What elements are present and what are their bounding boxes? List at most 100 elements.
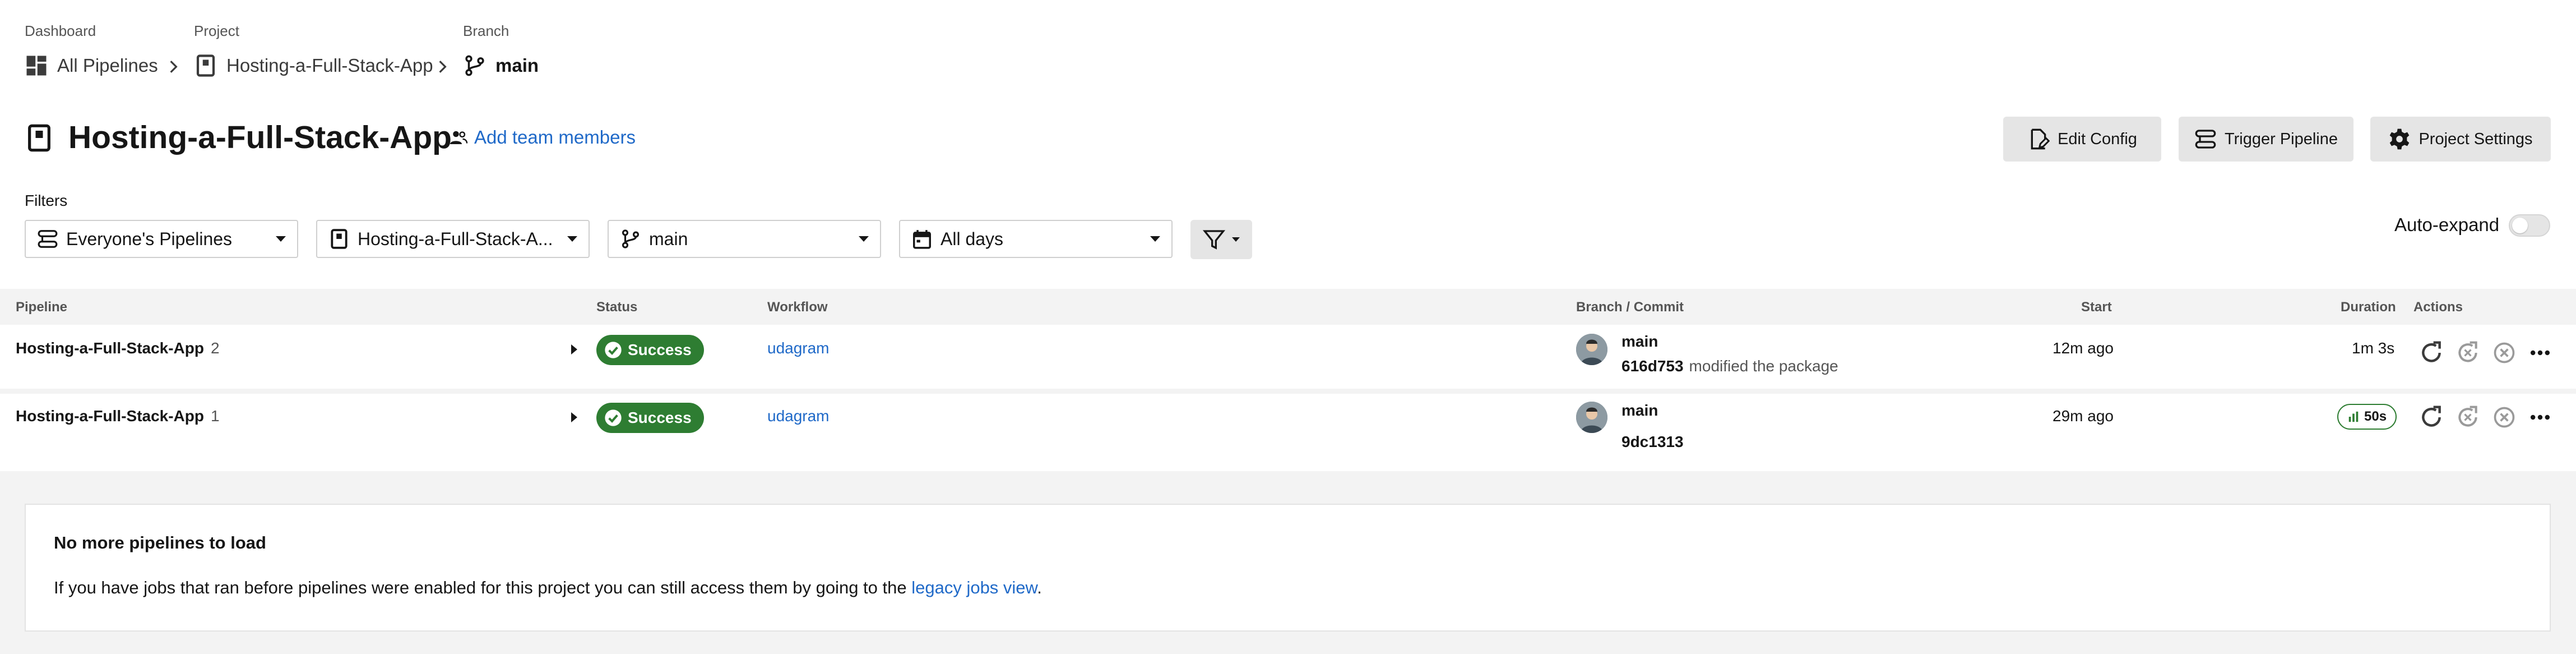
status-label: Success (628, 409, 692, 426)
pipelines-footer-area: No more pipelines to load If you have jo… (0, 471, 2576, 654)
breadcrumb-branch[interactable]: main (463, 54, 539, 77)
project-settings-button[interactable]: Project Settings (2370, 117, 2551, 162)
breadcrumb-all-pipelines[interactable]: All Pipelines (25, 54, 158, 77)
breadcrumb-project[interactable]: Hosting-a-Full-Stack-App (194, 54, 433, 77)
pipeline-number: 2 (211, 339, 220, 357)
calendar-icon (913, 230, 931, 249)
caret-down-icon (1232, 237, 1240, 242)
status-label: Success (628, 341, 692, 358)
breadcrumb-project-label: Project (194, 22, 239, 39)
project-filter-select[interactable]: Hosting-a-Full-Stack-A... (316, 220, 590, 258)
avatar (1576, 402, 1607, 433)
table-header (0, 289, 2576, 325)
workflow-link[interactable]: udagram (767, 407, 830, 425)
pipelines-filter-select[interactable]: Everyone's Pipelines (25, 220, 298, 258)
chevron-right-icon (170, 61, 178, 73)
commit-branch[interactable]: main (1621, 333, 1658, 351)
bar-chart-icon (2348, 411, 2359, 422)
cancel-icon[interactable] (2492, 405, 2517, 430)
rerun-from-failed-icon[interactable] (2455, 405, 2480, 430)
breadcrumb-dashboard-label: Dashboard (25, 22, 96, 39)
toggle-knob (2512, 218, 2528, 233)
table-row[interactable]: Hosting-a-Full-Stack-App 1 Success udagr… (0, 394, 2576, 471)
caret-down-icon (276, 236, 286, 242)
commit-sha[interactable]: 616d753 (1621, 357, 1684, 375)
breadcrumb-branch-value: main (495, 55, 539, 76)
no-more-pipelines-title: No more pipelines to load (54, 533, 266, 552)
breadcrumb-branch-label: Branch (463, 22, 509, 39)
dashboard-icon (26, 56, 47, 76)
caret-down-icon (859, 236, 869, 242)
commit-sha[interactable]: 9dc1313 (1621, 433, 1684, 451)
column-header-status: Status (596, 300, 638, 315)
caret-down-icon (567, 236, 577, 242)
pipeline-name[interactable]: Hosting-a-Full-Stack-App (16, 407, 204, 425)
people-icon (450, 131, 468, 144)
check-circle-icon (605, 409, 622, 426)
pipeline-name[interactable]: Hosting-a-Full-Stack-App (16, 339, 204, 357)
branch-filter-select[interactable]: main (608, 220, 881, 258)
auto-expand-toggle[interactable] (2509, 214, 2550, 237)
pipelines-filter-value: Everyone's Pipelines (66, 228, 233, 249)
more-options-icon[interactable] (2528, 405, 2552, 430)
breadcrumb-project-value: Hosting-a-Full-Stack-App (226, 55, 433, 76)
column-header-start: Start (2081, 300, 2112, 315)
commit-message: modified the package (1689, 357, 1838, 375)
status-badge[interactable]: Success (596, 335, 704, 365)
edit-config-label: Edit Config (2058, 130, 2137, 148)
branch-filter-value: main (649, 228, 688, 249)
check-circle-icon (605, 342, 622, 358)
legacy-jobs-text-before: If you have jobs that ran before pipelin… (54, 578, 912, 597)
commit-info: 9dc1313 (1621, 433, 1689, 451)
commit-branch[interactable]: main (1621, 402, 1658, 420)
rerun-icon[interactable] (2419, 340, 2444, 365)
start-time: 29m ago (2053, 407, 2114, 425)
pipeline-icon (2195, 130, 2216, 149)
advanced-filter-button[interactable] (1190, 220, 1252, 259)
pipeline-name-cell: Hosting-a-Full-Stack-App 2 (16, 339, 220, 357)
project-settings-label: Project Settings (2419, 130, 2533, 148)
rerun-from-failed-icon[interactable] (2455, 340, 2480, 365)
cancel-icon[interactable] (2492, 340, 2517, 365)
duration-badge[interactable]: 50s (2337, 404, 2397, 430)
column-header-pipeline: Pipeline (16, 300, 68, 315)
pipeline-name-cell: Hosting-a-Full-Stack-App 1 (16, 407, 220, 425)
funnel-icon (1203, 230, 1225, 250)
commit-info: 616d753 modified the package (1621, 357, 1838, 375)
workflow-link[interactable]: udagram (767, 339, 830, 357)
trigger-pipeline-label: Trigger Pipeline (2224, 130, 2338, 148)
legacy-jobs-text: If you have jobs that ran before pipelin… (54, 578, 1042, 598)
expand-triangle-icon[interactable] (571, 344, 577, 354)
auto-expand-label: Auto-expand (2394, 214, 2500, 235)
project-icon (28, 124, 50, 152)
days-filter-value: All days (940, 228, 1004, 249)
expand-triangle-icon[interactable] (571, 412, 577, 422)
filters-label: Filters (25, 192, 68, 209)
duration: 1m 3s (2352, 339, 2395, 357)
project-filter-value: Hosting-a-Full-Stack-A... (358, 228, 553, 249)
legacy-jobs-link[interactable]: legacy jobs view (911, 578, 1037, 597)
row-separator (0, 389, 2576, 394)
page-title: Hosting-a-Full-Stack-App (68, 119, 452, 155)
trigger-pipeline-button[interactable]: Trigger Pipeline (2179, 117, 2353, 162)
table-row[interactable]: Hosting-a-Full-Stack-App 2 Success udagr… (0, 325, 2576, 389)
add-team-members-label: Add team members (474, 127, 636, 148)
column-header-branch-commit: Branch / Commit (1576, 300, 1684, 315)
start-time: 12m ago (2053, 339, 2114, 357)
branch-icon (465, 55, 484, 76)
column-header-workflow: Workflow (767, 300, 828, 315)
pipeline-number: 1 (211, 407, 220, 425)
caret-down-icon (1150, 236, 1160, 242)
branch-icon (622, 229, 640, 248)
chevron-right-icon (439, 61, 447, 73)
days-filter-select[interactable]: All days (899, 220, 1173, 258)
rerun-icon[interactable] (2419, 405, 2444, 430)
gear-icon (2390, 128, 2410, 150)
no-more-pipelines-card: No more pipelines to load If you have jo… (25, 504, 2551, 632)
edit-config-button[interactable]: Edit Config (2003, 117, 2161, 162)
project-icon (196, 54, 215, 77)
add-team-members-link[interactable]: Add team members (448, 127, 636, 148)
avatar (1576, 334, 1607, 365)
status-badge[interactable]: Success (596, 403, 704, 433)
more-options-icon[interactable] (2528, 340, 2552, 365)
